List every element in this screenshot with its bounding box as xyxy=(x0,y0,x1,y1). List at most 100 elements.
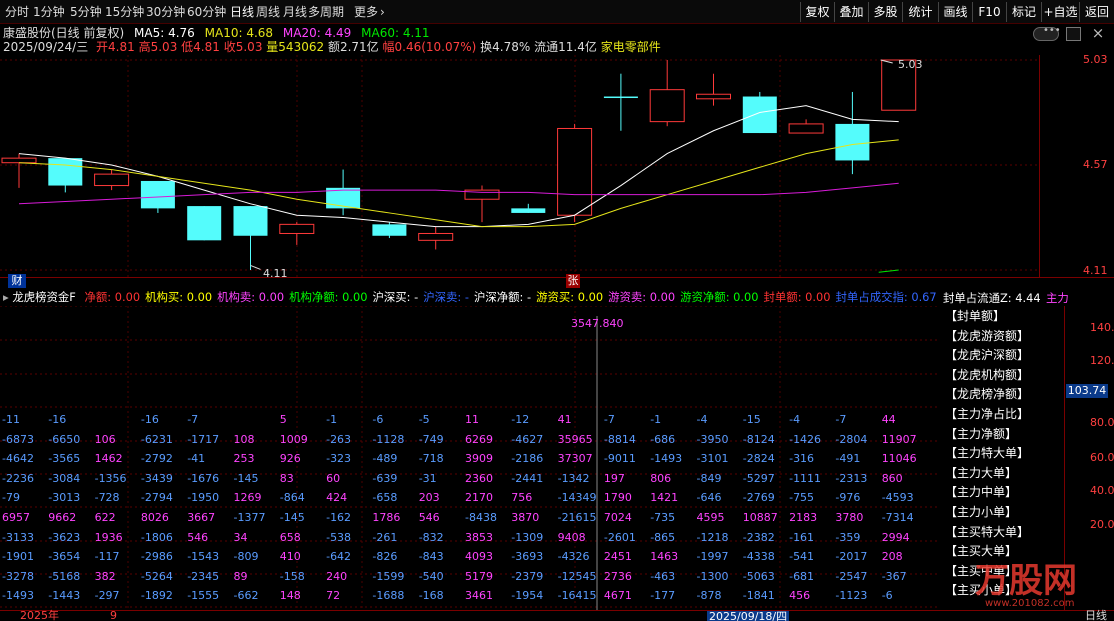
side-indicator-item[interactable]: 【封单额】 xyxy=(945,307,1005,326)
indicator-value: 5179 xyxy=(465,569,493,583)
indicator-value: 6269 xyxy=(465,432,493,446)
indicator-value: -1555 xyxy=(187,589,220,603)
tab-timeshare[interactable]: 分时 xyxy=(5,4,29,21)
indicator-value: 546 xyxy=(187,530,209,544)
indicator-value: 2360 xyxy=(465,471,493,485)
legend-item: 游资净额: 0.00 xyxy=(680,290,759,304)
tab-15min[interactable]: 15分钟 xyxy=(105,4,144,21)
quote-close: 收5.03 xyxy=(223,40,263,54)
indicator-value: -2769 xyxy=(742,491,775,505)
indicator-value: 9662 xyxy=(48,511,77,524)
legend-item: 机构净额: 0.00 xyxy=(289,290,368,304)
indicator-value: 3461 xyxy=(465,589,493,603)
mark-button[interactable]: 标记 xyxy=(1006,2,1041,22)
indicator-value: -735 xyxy=(650,511,676,524)
indicator-value: -2792 xyxy=(140,452,173,466)
legend-right: 封单占流通Z: 4.44 xyxy=(943,291,1041,305)
low-pointer xyxy=(250,264,261,270)
side-indicator-item[interactable]: 【主力小单】 xyxy=(945,503,1017,522)
tab-more[interactable]: 更多 › xyxy=(354,4,385,21)
side-indicator-item[interactable]: 【龙虎沪深额】 xyxy=(945,346,1029,365)
tab-monthly[interactable]: 月线 xyxy=(283,4,307,21)
side-indicator-item[interactable]: 【龙虎榜净额】 xyxy=(945,385,1029,404)
indicator-value: 1009 xyxy=(279,432,308,446)
indicator-value: -4338 xyxy=(742,550,775,564)
app-window: { "toolbar":{ "tabs":["分时","1分钟","5分钟","… xyxy=(0,0,1114,621)
tab-60min[interactable]: 60分钟 xyxy=(187,4,226,21)
close-icon[interactable]: × xyxy=(1088,24,1108,42)
indicator-value: 37307 xyxy=(557,452,593,466)
tab-daily[interactable]: 日线 xyxy=(230,4,254,21)
indicator-value: -5063 xyxy=(742,569,775,583)
indicator-value: 658 xyxy=(279,530,301,544)
indicator-value: 622 xyxy=(94,511,116,524)
indicator-value: -6231 xyxy=(140,432,173,446)
tab-30min[interactable]: 30分钟 xyxy=(146,4,185,21)
tab-weekly[interactable]: 周线 xyxy=(256,4,280,21)
statistics-button[interactable]: 统计 xyxy=(902,2,938,22)
indicator-value: 89 xyxy=(233,569,248,583)
indicator-value: -686 xyxy=(650,432,676,446)
indicator-value: -4627 xyxy=(511,432,544,446)
side-indicator-item[interactable]: 【主买特大单】 xyxy=(945,523,1029,542)
candle-body xyxy=(187,206,222,241)
indicator-value: -158 xyxy=(279,569,305,583)
indicator-value: -1128 xyxy=(372,432,405,446)
indicator-value: -1342 xyxy=(557,471,590,485)
draw-line-button[interactable]: 画线 xyxy=(938,2,972,22)
indicator-value: -1 xyxy=(326,413,338,426)
peak-label: 3547.840 xyxy=(571,317,624,330)
multi-stock-button[interactable]: 多股 xyxy=(868,2,902,22)
indicator-value: -1599 xyxy=(372,569,405,583)
indicator-value: -1892 xyxy=(140,589,173,603)
tab-5min[interactable]: 5分钟 xyxy=(70,4,102,21)
maximize-icon[interactable] xyxy=(1066,27,1081,41)
indicator-value: -3950 xyxy=(696,432,729,446)
indicator-value: -316 xyxy=(789,452,815,466)
collapse-icon[interactable]: ▸ xyxy=(3,290,9,304)
tab-multi-period[interactable]: 多周期 xyxy=(308,4,344,21)
back-button[interactable]: 返回 xyxy=(1079,2,1114,22)
side-indicator-item[interactable]: 【主力中单】 xyxy=(945,483,1017,502)
indicator-value: -540 xyxy=(418,569,444,583)
indicator-value: -2236 xyxy=(2,471,34,485)
indicator-value: -367 xyxy=(881,569,907,583)
quote-open: 开4.81 xyxy=(96,40,135,54)
indicator-value: -2986 xyxy=(140,550,173,564)
side-indicator-item[interactable]: 【主力净额】 xyxy=(945,425,1017,444)
side-indicator-item[interactable]: 【龙虎机构额】 xyxy=(945,366,1029,385)
candle-body xyxy=(835,123,870,161)
indicator-value: -297 xyxy=(94,589,120,603)
side-indicator-item[interactable]: 【主力净占比】 xyxy=(945,405,1029,424)
side-indicator-item[interactable]: 【主力大单】 xyxy=(945,464,1017,483)
indicator-value: 756 xyxy=(511,491,533,505)
indicator-value: -826 xyxy=(372,550,398,564)
add-watchlist-button[interactable]: +自选 xyxy=(1041,2,1079,22)
tab-1min[interactable]: 1分钟 xyxy=(33,4,65,21)
watermark-logo: 万股网 xyxy=(975,561,1077,601)
axis-80: 80.00 xyxy=(1090,416,1114,429)
restore-rights-button[interactable]: 复权 xyxy=(800,2,834,22)
indicator-name[interactable]: 龙虎榜资金F xyxy=(12,290,76,304)
legend-item: 沪深买: - xyxy=(372,290,419,304)
candle-body xyxy=(557,127,593,216)
finance-marker[interactable]: 财 xyxy=(8,274,26,288)
indicator-value: 44 xyxy=(881,413,896,426)
side-indicator-item[interactable]: 【龙虎游资额】 xyxy=(945,327,1029,346)
indicator-value: -2824 xyxy=(742,452,775,466)
expand-toggle[interactable]: ••• xyxy=(1033,25,1061,41)
ma10-value: MA10: 4.68 xyxy=(204,26,274,40)
quote-sector: 家电零部件 xyxy=(600,40,661,54)
indicator-value: 7024 xyxy=(603,511,632,524)
stock-title: 康盛股份(日线 前复权) xyxy=(3,26,125,40)
indicator-value: -639 xyxy=(372,471,398,485)
indicator-value: 4093 xyxy=(465,550,493,564)
legend-item: 沪深卖: - xyxy=(423,290,469,304)
limit-marker[interactable]: 张 xyxy=(566,274,580,288)
ma5-value: MA5: 4.76 xyxy=(134,26,195,40)
f10-button[interactable]: F10 xyxy=(972,2,1006,22)
indicator-value: 2183 xyxy=(789,511,818,524)
indicator-value: 240 xyxy=(326,569,348,583)
side-indicator-item[interactable]: 【主力特大单】 xyxy=(945,444,1029,463)
overlay-button[interactable]: 叠加 xyxy=(834,2,868,22)
